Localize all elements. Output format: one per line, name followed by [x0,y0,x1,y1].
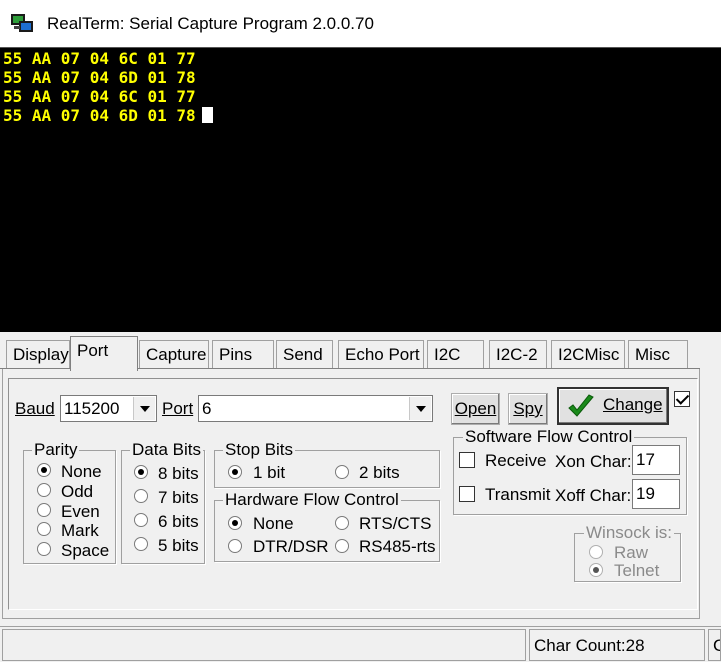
parity-odd-label: Odd [61,482,94,501]
text-cursor [201,107,213,123]
data-bits-8-label: 8 bits [158,464,199,483]
xon-char-label: Xon Char: [555,452,632,471]
transmit-checkbox[interactable] [459,486,475,502]
terminal-line: 55 AA 07 04 6D 01 78 [3,106,196,125]
tab-i2c-2[interactable]: I2C-2 [489,340,547,368]
baud-value: 115200 [64,399,120,418]
receive-label: Receive [485,451,547,470]
software-flow-title: Software Flow Control [463,427,635,447]
chevron-down-icon[interactable] [133,397,155,420]
spy-button[interactable]: Spy [508,393,548,425]
winsock-telnet-label: Telnet [614,561,660,580]
status-bar: Char Count:28 C [0,626,721,662]
tab-port[interactable]: Port [70,336,138,371]
parity-mark-radio[interactable] [37,522,51,536]
parity-odd-radio[interactable] [37,483,51,497]
terminal-line: 55 AA 07 04 6C 01 77 [3,49,196,68]
realterm-app-icon [11,14,33,32]
data-bits-5-label: 5 bits [158,536,199,555]
status-cell-main [2,629,526,661]
hw-flow-dtrdsr-radio[interactable] [228,539,242,553]
winsock-telnet-radio[interactable] [589,563,603,577]
parity-space-radio[interactable] [37,542,51,556]
stop-bits-title: Stop Bits [223,440,296,460]
hw-flow-none-radio[interactable] [228,516,242,530]
parity-mark-label: Mark [61,521,99,540]
port-select[interactable]: 6 [198,395,433,422]
winsock-group: Winsock is: Raw Telnet [574,523,681,582]
hw-flow-rs485-label: RS485-rts [359,537,436,556]
parity-none-radio[interactable] [37,463,51,477]
winsock-raw-radio[interactable] [589,545,603,559]
tab-send[interactable]: Send [276,340,333,368]
terminal-line: 55 AA 07 04 6D 01 78 [3,68,196,87]
stop-bits-2-radio[interactable] [335,465,349,479]
data-bits-6-radio[interactable] [134,513,148,527]
software-flow-group: Software Flow Control Receive Xon Char: … [453,427,687,515]
tab-misc[interactable]: Misc [628,340,688,368]
hw-flow-rtscts-radio[interactable] [335,516,349,530]
tab-i2c[interactable]: I2C [427,340,484,368]
parity-even-label: Even [61,502,100,521]
parity-none-label: None [61,462,102,481]
data-bits-6-label: 6 bits [158,512,199,531]
baud-select[interactable]: 115200 [60,395,157,422]
char-count-status: Char Count:28 [529,629,705,661]
parity-title: Parity [32,440,80,460]
winsock-title: Winsock is: [584,523,674,543]
hardware-flow-group: Hardware Flow Control None RTS/CTS DTR/D… [214,490,440,562]
baud-label: Baud [15,399,55,418]
hw-flow-none-label: None [253,514,294,533]
parity-space-label: Space [61,541,110,560]
change-checkbox[interactable] [674,391,690,407]
parity-even-radio[interactable] [37,503,51,517]
port-label: Port [162,399,194,418]
open-button[interactable]: Open [451,393,500,425]
stop-bits-1-radio[interactable] [228,465,242,479]
tab-strip: Display Port Capture Pins Send Echo Port… [0,336,721,371]
data-bits-8-radio[interactable] [134,465,148,479]
hw-flow-rtscts-label: RTS/CTS [359,514,432,533]
stop-bits-1-label: 1 bit [253,463,286,482]
window-title: RealTerm: Serial Capture Program 2.0.0.7… [47,14,374,33]
change-button[interactable]: Change [557,387,669,425]
parity-group: Parity None Odd Even Mark Space [23,440,116,564]
stop-bits-2-label: 2 bits [359,463,400,482]
hw-flow-rs485-radio[interactable] [335,539,349,553]
title-bar: RealTerm: Serial Capture Program 2.0.0.7… [0,0,721,47]
tab-capture[interactable]: Capture [139,340,209,368]
checkmark-icon [568,394,594,417]
terminal-line: 55 AA 07 04 6C 01 77 [3,87,196,106]
tab-pins[interactable]: Pins [212,340,274,368]
data-bits-title: Data Bits [130,440,203,460]
data-bits-7-label: 7 bits [158,488,199,507]
tab-echo-port[interactable]: Echo Port [338,340,424,368]
tab-i2cmisc[interactable]: I2CMisc [551,340,625,368]
xoff-char-label: Xoff Char: [555,486,632,505]
status-cell-next: C [708,629,721,661]
terminal-display[interactable]: 55 AA 07 04 6C 01 77 55 AA 07 04 6D 01 7… [0,47,721,332]
hw-flow-dtrdsr-label: DTR/DSR [253,537,329,556]
tab-display[interactable]: Display [6,340,70,368]
data-bits-7-radio[interactable] [134,489,148,503]
data-bits-5-radio[interactable] [134,537,148,551]
stop-bits-group: Stop Bits 1 bit 2 bits [214,440,440,488]
xoff-char-input[interactable]: 19 [632,479,680,509]
data-bits-group: Data Bits 8 bits 7 bits 6 bits 5 bits [121,440,205,564]
receive-checkbox[interactable] [459,452,475,468]
chevron-down-icon[interactable] [409,397,431,420]
transmit-label: Transmit [485,485,551,504]
xon-char-input[interactable]: 17 [632,445,680,475]
port-value: 6 [202,399,212,418]
hardware-flow-title: Hardware Flow Control [223,490,401,510]
winsock-raw-label: Raw [614,543,649,562]
